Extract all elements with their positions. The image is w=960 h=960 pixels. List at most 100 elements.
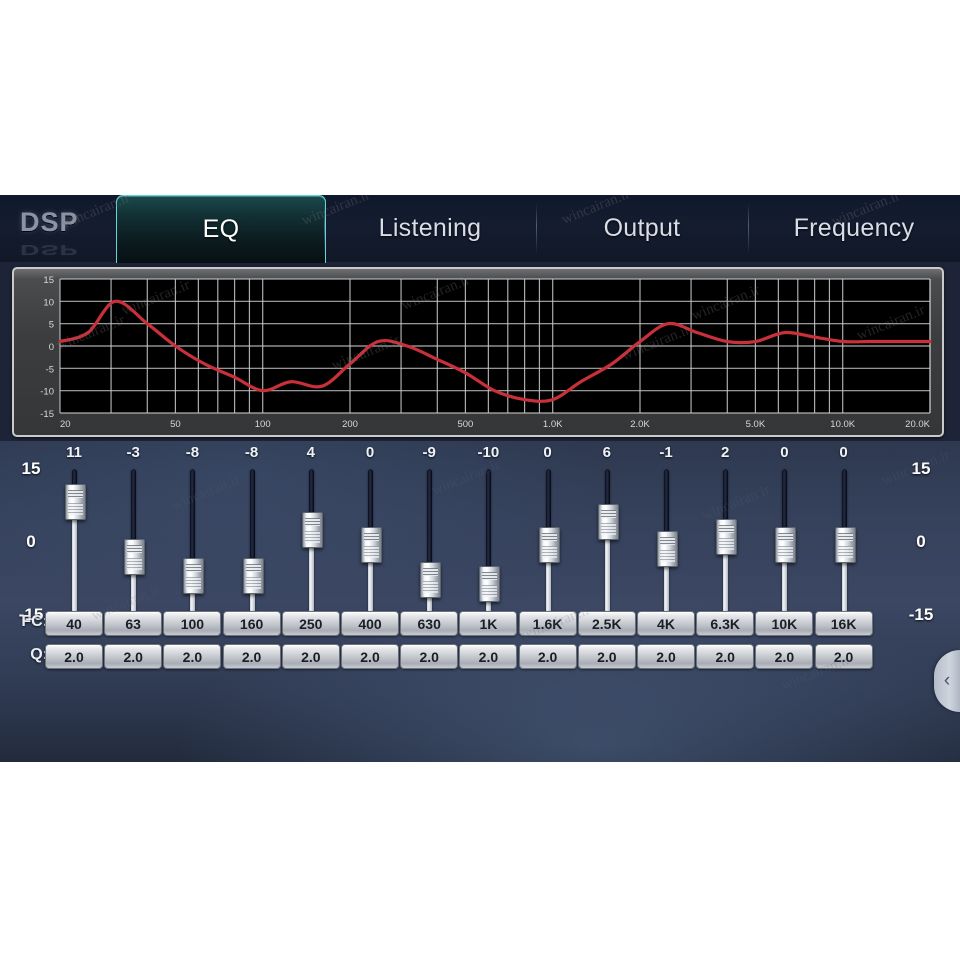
fc-cell-8[interactable]: 1K [459, 611, 518, 636]
eq-response-graph[interactable]: 15 10 5 0 -5 -10 -15 20 50 100 200 500 1.0K 2.0K 5.0K 1… [12, 267, 944, 437]
svg-text:50: 50 [170, 419, 181, 430]
eq-slider-10[interactable] [587, 469, 627, 619]
eq-slider-6[interactable] [350, 469, 390, 619]
slider-value-8: -10 [477, 444, 500, 461]
svg-text:200: 200 [342, 419, 358, 430]
slider-handle[interactable] [361, 527, 382, 563]
q-cell-6[interactable]: 2.0 [341, 644, 399, 669]
eq-slider-13[interactable] [764, 469, 804, 619]
slider-handle[interactable] [775, 527, 797, 563]
slider-value-12: 2 [721, 444, 730, 461]
eq-curve-plot: 151050-5-10-1520 50 100 200 500 1.0K 2.0K 5.0K 1… [40, 275, 932, 430]
scale-right-15: 15 [911, 459, 931, 478]
slider-value-5: 4 [306, 444, 315, 461]
svg-text:5: 5 [49, 320, 54, 331]
svg-text:10.0K: 10.0K [830, 419, 855, 430]
tab-eq-label: EQ [202, 215, 240, 243]
fc-cell-6[interactable]: 400 [341, 611, 399, 636]
tab-frequency-label: Frequency [793, 214, 915, 242]
slider-handle[interactable] [834, 527, 856, 563]
tab-listening[interactable]: Listening [324, 195, 536, 262]
q-cell-7[interactable]: 2.0 [400, 644, 459, 669]
slider-handle[interactable] [183, 557, 205, 594]
q-cell-4[interactable]: 2.0 [222, 644, 281, 669]
dsp-logo-text: DSP [20, 207, 79, 237]
scale-right-0: 0 [916, 532, 926, 551]
q-row-label: Q: [30, 646, 48, 663]
slider-handle[interactable] [657, 530, 678, 567]
svg-text:0: 0 [49, 342, 54, 353]
slider-value-14: 0 [839, 444, 848, 461]
q-cell-8[interactable]: 2.0 [459, 644, 518, 669]
scale-left-15: 15 [21, 459, 41, 478]
tab-output[interactable]: Output [536, 195, 748, 262]
eq-slider-4[interactable] [232, 469, 272, 619]
chevron-left-icon: ‹ [943, 670, 951, 691]
eq-slider-3[interactable] [172, 469, 212, 619]
eq-slider-2[interactable] [113, 469, 153, 619]
fc-cell-4[interactable]: 160 [222, 611, 281, 636]
slider-handle[interactable] [716, 519, 738, 556]
q-cell-2[interactable]: 2.0 [104, 644, 163, 669]
fc-cell-5[interactable]: 250 [281, 611, 340, 636]
fc-cell-3[interactable]: 100 [163, 611, 222, 636]
q-cell-5[interactable]: 2.0 [281, 644, 340, 669]
slider-handle[interactable] [597, 503, 619, 540]
fc-cell-13[interactable]: 10K [755, 611, 814, 636]
slider-handle[interactable] [65, 484, 86, 521]
eq-slider-panel: 11 -3 -8 -8 4 0 -9 -10 0 6 -1 2 0 0 15 0 -15 15 0 -15 FC:… [0, 441, 960, 762]
eq-slider-8[interactable] [468, 469, 508, 619]
fc-cell-12[interactable]: 6.3K [696, 611, 755, 636]
scale-right--15: -15 [908, 605, 934, 624]
fc-cell-7[interactable]: 630 [400, 611, 459, 636]
eq-slider-1[interactable] [54, 469, 94, 619]
fc-cell-10[interactable]: 2.5K [577, 611, 636, 636]
slider-value-1: 11 [66, 444, 82, 461]
svg-text:2.0K: 2.0K [630, 419, 650, 430]
slider-value-9: 0 [543, 444, 552, 461]
slider-value-13: 0 [780, 444, 789, 461]
svg-text:10: 10 [43, 297, 54, 308]
q-cell-11[interactable]: 2.0 [637, 644, 695, 669]
svg-text:15: 15 [43, 275, 54, 286]
slider-value-row: 11 -3 -8 -8 4 0 -9 -10 0 6 -1 2 0 0 [0, 441, 960, 465]
q-cell-1[interactable]: 2.0 [45, 644, 103, 669]
slider-handle[interactable] [301, 511, 323, 548]
q-cell-14[interactable]: 2.0 [814, 644, 873, 669]
slider-value-6: 0 [365, 444, 375, 461]
fc-cell-11[interactable]: 4K [637, 611, 695, 636]
tab-frequency[interactable]: Frequency [748, 195, 960, 262]
fc-cell-2[interactable]: 63 [104, 611, 163, 636]
fc-cell-1[interactable]: 40 [45, 611, 103, 636]
slider-handle[interactable] [479, 565, 501, 602]
slider-handle[interactable] [538, 527, 560, 563]
svg-text:20.0K: 20.0K [905, 419, 930, 430]
eq-slider-7[interactable] [409, 469, 449, 619]
fc-cell-9[interactable]: 1.6K [518, 611, 577, 636]
eq-slider-5[interactable] [291, 469, 331, 619]
dsp-logo: DSP DSP [20, 207, 120, 259]
eq-slider-14[interactable] [824, 469, 864, 619]
eq-slider-12[interactable] [705, 469, 745, 619]
slider-handle[interactable] [242, 557, 264, 594]
slider-handle[interactable] [124, 538, 146, 575]
q-cell-3[interactable]: 2.0 [163, 644, 222, 669]
tab-eq[interactable]: EQ [116, 195, 326, 263]
tab-listening-label: Listening [378, 214, 482, 242]
dsp-logo-reflection: DSP [20, 241, 79, 259]
fc-cell-14[interactable]: 16K [814, 611, 873, 636]
dsp-eq-app: DSP DSP EQ Listening Output Frequency 15… [0, 195, 960, 762]
eq-slider-9[interactable] [528, 469, 568, 619]
svg-text:100: 100 [255, 419, 271, 430]
svg-text:500: 500 [457, 419, 473, 430]
q-cell-12[interactable]: 2.0 [696, 644, 755, 669]
q-cell-9[interactable]: 2.0 [518, 644, 577, 669]
q-cell-10[interactable]: 2.0 [577, 644, 636, 669]
slider-handle[interactable] [420, 561, 442, 598]
tab-output-label: Output [603, 214, 681, 242]
svg-text:-5: -5 [46, 364, 54, 375]
q-cell-13[interactable]: 2.0 [755, 644, 814, 669]
eq-slider-11[interactable] [646, 469, 686, 619]
svg-text:-15: -15 [40, 409, 54, 420]
slider-value-4: -8 [244, 444, 259, 461]
